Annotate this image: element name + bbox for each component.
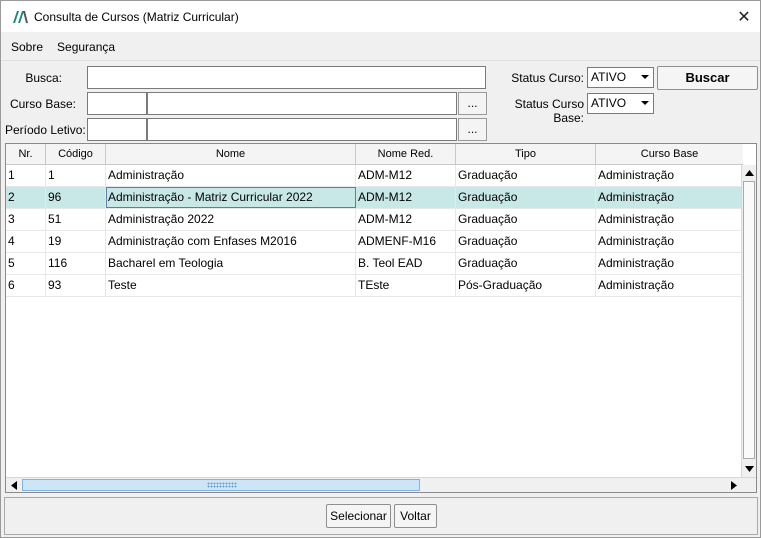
chevron-down-icon — [641, 75, 649, 79]
busca-input[interactable] — [87, 66, 486, 89]
cell-curso-base[interactable]: Administração — [596, 187, 743, 208]
cell-tipo[interactable]: Graduação — [456, 253, 596, 274]
bottom-panel: Selecionar Voltar — [4, 497, 758, 535]
cell-nr[interactable]: 6 — [6, 275, 46, 296]
status-curso-base-value: ATIVO — [591, 96, 627, 110]
cell-codigo[interactable]: 19 — [46, 231, 106, 252]
grid-rows: 1 1 Administração ADM-M12 Graduação Administr… — [6, 165, 743, 297]
periodo-letivo-label: Período Letivo: — [5, 123, 86, 137]
col-header-nr[interactable]: Nr. — [6, 144, 46, 165]
vertical-scrollbar[interactable] — [741, 165, 756, 477]
curso-base-label: Curso Base: — [9, 97, 76, 111]
menu-bar: Sobre Segurança — [1, 33, 760, 61]
cell-codigo[interactable]: 116 — [46, 253, 106, 274]
cell-nome[interactable]: Administração — [106, 165, 356, 186]
cell-nr[interactable]: 3 — [6, 209, 46, 230]
table-row[interactable]: 5 116 Bacharel em Teologia B. Teol EAD Gradu… — [6, 253, 743, 275]
close-icon[interactable]: ✕ — [728, 1, 760, 32]
periodo-name-input[interactable] — [147, 118, 457, 141]
grip-icon — [207, 482, 237, 488]
cell-curso-base[interactable]: Administração — [596, 231, 743, 252]
voltar-button[interactable]: Voltar — [394, 504, 437, 528]
status-curso-value: ATIVO — [591, 70, 627, 84]
cell-codigo[interactable]: 93 — [46, 275, 106, 296]
col-header-tipo[interactable]: Tipo — [456, 144, 596, 165]
table-row[interactable]: 4 19 Administração com Enfases M2016 ADMENF… — [6, 231, 743, 253]
table-row[interactable]: 6 93 Teste TEste Pós-Graduação Administração — [6, 275, 743, 297]
col-header-codigo[interactable]: Código — [46, 144, 106, 165]
cell-nome[interactable]: Administração com Enfases M2016 — [106, 231, 356, 252]
cell-nome-red[interactable]: ADMENF-M16 — [356, 231, 456, 252]
app-logo-icon — [13, 10, 28, 23]
periodo-lookup-button[interactable]: ... — [458, 118, 487, 141]
cell-nr[interactable]: 1 — [6, 165, 46, 186]
scroll-up-icon[interactable] — [742, 166, 756, 180]
menu-seguranca[interactable]: Segurança — [51, 40, 123, 54]
cell-nr[interactable]: 5 — [6, 253, 46, 274]
vertical-scroll-thumb[interactable] — [743, 181, 755, 459]
cursos-grid[interactable]: Nr. Código Nome Nome Red. Tipo Curso Bas… — [5, 143, 757, 493]
title-bar: Consulta de Cursos (Matriz Curricular) ✕ — [1, 1, 760, 32]
status-curso-label: Status Curso: — [511, 71, 584, 85]
status-curso-base-select[interactable]: ATIVO — [587, 93, 654, 114]
cell-curso-base[interactable]: Administração — [596, 165, 743, 186]
scroll-left-icon[interactable] — [7, 478, 21, 492]
cell-tipo[interactable]: Graduação — [456, 231, 596, 252]
selecionar-button[interactable]: Selecionar — [326, 504, 391, 528]
cell-tipo[interactable]: Graduação — [456, 209, 596, 230]
cell-tipo[interactable]: Pós-Graduação — [456, 275, 596, 296]
buscar-button[interactable]: Buscar — [657, 66, 758, 90]
status-curso-select[interactable]: ATIVO — [587, 67, 654, 88]
busca-label: Busca: — [25, 71, 62, 85]
cell-nome-red[interactable]: ADM-M12 — [356, 209, 456, 230]
grid-header: Nr. Código Nome Nome Red. Tipo Curso Bas… — [6, 144, 743, 165]
menu-sobre[interactable]: Sobre — [1, 40, 51, 54]
cell-nome-red[interactable]: TEste — [356, 275, 456, 296]
curso-base-name-input[interactable] — [147, 92, 457, 115]
cell-nome[interactable]: Administração 2022 — [106, 209, 356, 230]
cell-tipo[interactable]: Graduação — [456, 165, 596, 186]
scroll-down-icon[interactable] — [742, 462, 756, 476]
table-row[interactable]: 3 51 Administração 2022 ADM-M12 Graduação Adm… — [6, 209, 743, 231]
horizontal-scroll-thumb[interactable] — [22, 479, 420, 491]
curso-base-code-input[interactable] — [87, 92, 147, 115]
status-curso-base-label: Status Curso Base: — [514, 97, 584, 125]
cell-tipo[interactable]: Graduação — [456, 187, 596, 208]
main-window: Consulta de Cursos (Matriz Curricular) ✕… — [0, 0, 761, 538]
table-row[interactable]: 2 96 Administração - Matriz Curricular 202… — [6, 187, 743, 209]
chevron-down-icon — [641, 101, 649, 105]
horizontal-scrollbar[interactable] — [6, 477, 756, 492]
cell-nome[interactable]: Administração - Matriz Curricular 2022 — [106, 187, 356, 208]
cell-nome[interactable]: Bacharel em Teologia — [106, 253, 356, 274]
cell-curso-base[interactable]: Administração — [596, 253, 743, 274]
col-header-nome[interactable]: Nome — [106, 144, 356, 165]
col-header-nome-red[interactable]: Nome Red. — [356, 144, 456, 165]
cell-codigo[interactable]: 1 — [46, 165, 106, 186]
cell-nr[interactable]: 4 — [6, 231, 46, 252]
scroll-right-icon[interactable] — [727, 478, 741, 492]
col-header-curso-base[interactable]: Curso Base — [596, 144, 743, 165]
cell-nr[interactable]: 2 — [6, 187, 46, 208]
window-title: Consulta de Cursos (Matriz Curricular) — [34, 9, 239, 24]
cell-curso-base[interactable]: Administração — [596, 275, 743, 296]
table-row[interactable]: 1 1 Administração ADM-M12 Graduação Administr… — [6, 165, 743, 187]
periodo-code-input[interactable] — [87, 118, 147, 141]
cell-nome-red[interactable]: B. Teol EAD — [356, 253, 456, 274]
cell-nome-red[interactable]: ADM-M12 — [356, 165, 456, 186]
cell-codigo[interactable]: 96 — [46, 187, 106, 208]
cell-codigo[interactable]: 51 — [46, 209, 106, 230]
cell-curso-base[interactable]: Administração — [596, 209, 743, 230]
cell-nome[interactable]: Teste — [106, 275, 356, 296]
cell-nome-red[interactable]: ADM-M12 — [356, 187, 456, 208]
curso-base-lookup-button[interactable]: ... — [458, 92, 487, 115]
